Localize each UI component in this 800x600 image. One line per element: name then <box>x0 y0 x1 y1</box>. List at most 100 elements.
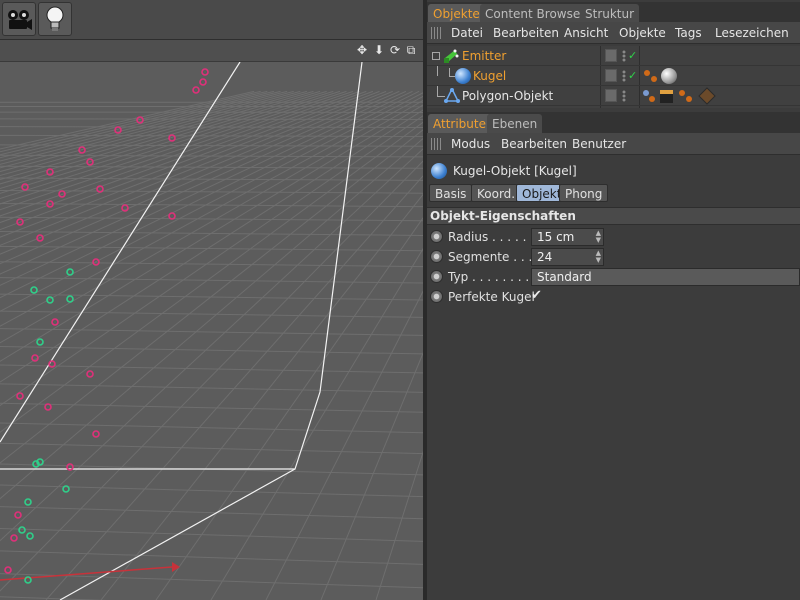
object-name[interactable]: Polygon-Objekt <box>462 88 553 104</box>
particle <box>66 268 74 276</box>
film-camera-icon <box>8 10 32 30</box>
grid-line <box>0 261 423 268</box>
material-tag-icon[interactable] <box>642 68 660 84</box>
grid-line <box>0 364 423 374</box>
dolly-view-icon[interactable]: ⬇ <box>372 43 386 57</box>
tree-connector <box>449 68 450 76</box>
object-tree: Emitter ✓ Kugel ✓ Polygon-Objekt <box>427 46 800 108</box>
particle <box>14 511 22 519</box>
particle <box>168 212 176 220</box>
attribute-manager-menubar: Modus Bearbeiten Benutzer <box>427 133 800 155</box>
texture-tag-icon[interactable] <box>698 87 716 105</box>
floor-grid <box>0 90 423 600</box>
enabled-check-icon[interactable]: ✓ <box>628 48 637 64</box>
enabled-check-icon[interactable]: ✓ <box>628 68 637 84</box>
attribute-object-title: Kugel-Objekt [Kugel] <box>427 160 800 182</box>
tree-connector <box>437 66 438 76</box>
stepper-arrows-icon[interactable]: ▲ ▼ <box>596 250 601 264</box>
particle <box>199 78 207 86</box>
tab-struktur[interactable]: Struktur <box>580 4 640 24</box>
tab-content-browser[interactable]: Content Browser <box>480 4 591 24</box>
menu-ansicht[interactable]: Ansicht <box>564 25 608 41</box>
collapse-toggle[interactable] <box>432 52 440 60</box>
subtab-koord[interactable]: Koord. <box>471 184 522 202</box>
particle <box>16 392 24 400</box>
segments-input[interactable]: 24 ▲ ▼ <box>531 248 604 266</box>
menu-datei[interactable]: Datei <box>451 25 483 41</box>
tab-attribute[interactable]: Attribute <box>428 114 491 134</box>
sphere-icon <box>455 68 471 84</box>
sphere-material-icon[interactable] <box>661 68 677 84</box>
menu-modus[interactable]: Modus <box>451 136 490 152</box>
particle <box>21 183 29 191</box>
grid-line <box>0 528 423 542</box>
3d-viewport[interactable]: ✥ ⬇ ⟳ ⧉ <box>0 0 423 600</box>
particle <box>92 430 100 438</box>
object-manager-menubar: Datei Bearbeiten Ansicht Objekte Tags Le… <box>427 22 800 44</box>
light-bulb-icon <box>46 6 64 31</box>
camera-button[interactable] <box>2 2 36 36</box>
viewport-toolbar <box>0 0 423 40</box>
radius-label: Radius . . . . . . . <box>448 230 542 244</box>
particle <box>24 498 32 506</box>
grid-line <box>0 422 423 434</box>
plane-edge <box>59 468 296 600</box>
move-view-icon[interactable]: ✥ <box>355 43 369 57</box>
particle <box>36 338 44 346</box>
object-manager-tabs: Objekte Content Browser Struktur <box>427 2 800 24</box>
grip-handle[interactable] <box>431 27 443 39</box>
polygon-icon <box>444 88 460 103</box>
object-name[interactable]: Emitter <box>462 48 506 64</box>
menu-benutzer[interactable]: Benutzer <box>572 136 626 152</box>
menu-bearbeiten[interactable]: Bearbeiten <box>501 136 567 152</box>
material-tag-icon[interactable] <box>677 88 693 104</box>
menu-lesezeichen[interactable]: Lesezeichen <box>715 25 789 41</box>
grid-line <box>0 126 423 128</box>
clapperboard-tag-icon[interactable] <box>659 88 675 104</box>
visibility-toggle[interactable] <box>605 49 617 62</box>
radius-input[interactable]: 15 cm ▲ ▼ <box>531 228 604 246</box>
property-radius: Radius . . . . . . . 15 cm ▲ ▼ <box>427 227 800 247</box>
tab-ebenen[interactable]: Ebenen <box>487 114 543 134</box>
property-perfect-sphere: Perfekte Kugel ✔ <box>427 287 800 307</box>
stepper-arrows-icon[interactable]: ▲ ▼ <box>596 230 601 244</box>
particle <box>51 318 59 326</box>
grid-line <box>0 383 423 393</box>
animation-radio[interactable] <box>430 250 443 263</box>
rotate-view-icon[interactable]: ⟳ <box>388 43 402 57</box>
visibility-toggle[interactable] <box>605 89 617 102</box>
grip-handle[interactable] <box>431 138 443 150</box>
grid-line <box>0 328 423 336</box>
object-name[interactable]: Kugel <box>473 68 506 84</box>
menu-tags[interactable]: Tags <box>675 25 702 41</box>
subtab-basis[interactable]: Basis <box>429 184 473 202</box>
tree-row-kugel[interactable]: Kugel ✓ <box>427 66 800 86</box>
particle <box>86 370 94 378</box>
light-button[interactable] <box>38 2 72 36</box>
menu-objekte[interactable]: Objekte <box>619 25 666 41</box>
tab-objekte[interactable]: Objekte <box>428 4 485 24</box>
animation-radio[interactable] <box>430 270 443 283</box>
render-dots[interactable] <box>621 90 627 102</box>
grid-line <box>0 118 423 120</box>
sphere-icon <box>431 163 447 179</box>
render-dots[interactable] <box>621 70 627 82</box>
perfect-sphere-checkbox[interactable]: ✔ <box>531 288 542 304</box>
animation-radio[interactable] <box>430 230 443 243</box>
particle <box>66 295 74 303</box>
segments-label: Segmente . . . . <box>448 250 540 264</box>
render-dots[interactable] <box>621 50 627 62</box>
tree-row-emitter[interactable]: Emitter ✓ <box>427 46 800 66</box>
particle <box>192 86 200 94</box>
maximize-view-icon[interactable]: ⧉ <box>404 43 418 57</box>
type-value: Standard <box>537 270 592 284</box>
animation-radio[interactable] <box>430 290 443 303</box>
visibility-toggle[interactable] <box>605 69 617 82</box>
particle-tag-icon[interactable] <box>641 88 657 104</box>
subtab-phong[interactable]: Phong <box>559 184 609 202</box>
tree-row-polygon[interactable]: Polygon-Objekt <box>427 86 800 106</box>
perfect-sphere-label: Perfekte Kugel <box>448 290 535 304</box>
radius-value: 15 cm <box>537 230 575 244</box>
type-dropdown[interactable]: Standard <box>531 268 800 286</box>
menu-bearbeiten[interactable]: Bearbeiten <box>493 25 559 41</box>
